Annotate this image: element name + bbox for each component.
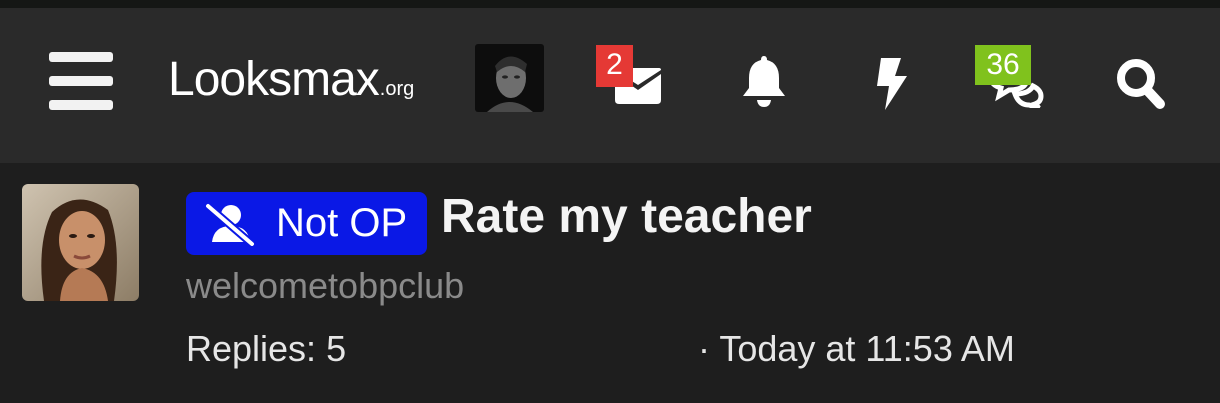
alerts-button[interactable]: [741, 54, 787, 108]
user-slash-icon: [204, 201, 256, 246]
search-button[interactable]: [1114, 56, 1166, 110]
whats-new-button[interactable]: [871, 56, 911, 112]
thread-title[interactable]: Rate my teacher: [441, 189, 812, 244]
menu-button[interactable]: [48, 52, 114, 110]
logo-suffix-text: .org: [379, 78, 415, 100]
thread-prefix-badge[interactable]: Not OP: [186, 192, 427, 255]
avatar-image: [475, 44, 544, 112]
avatar-image: [22, 184, 139, 301]
hamburger-icon-bar: [49, 100, 113, 110]
top-navbar: Looksmax .org 2 36: [0, 8, 1220, 163]
site-logo[interactable]: Looksmax .org: [168, 52, 414, 114]
thread-starter-avatar[interactable]: [22, 184, 139, 301]
account-avatar[interactable]: [475, 44, 544, 112]
status-strip: [0, 0, 1220, 8]
prefix-label: Not OP: [276, 201, 408, 245]
thread-last-post-date[interactable]: · Today at 11:53 AM: [698, 328, 1015, 370]
search-icon: [1117, 59, 1165, 109]
thread-author[interactable]: welcometobpclub: [186, 265, 464, 307]
bell-icon: [743, 56, 785, 107]
bolt-icon: [877, 58, 907, 110]
logo-main-text: Looksmax: [168, 53, 380, 106]
conversations-unread-badge: 36: [975, 45, 1031, 85]
thread-reply-count: Replies: 5: [186, 328, 347, 369]
hamburger-icon-bar: [49, 52, 113, 62]
thread-list-item[interactable]: Not OP Rate my teacher welcometobpclub R…: [0, 163, 1220, 403]
hamburger-icon-bar: [49, 76, 113, 86]
inbox-unread-badge: 2: [596, 45, 633, 87]
